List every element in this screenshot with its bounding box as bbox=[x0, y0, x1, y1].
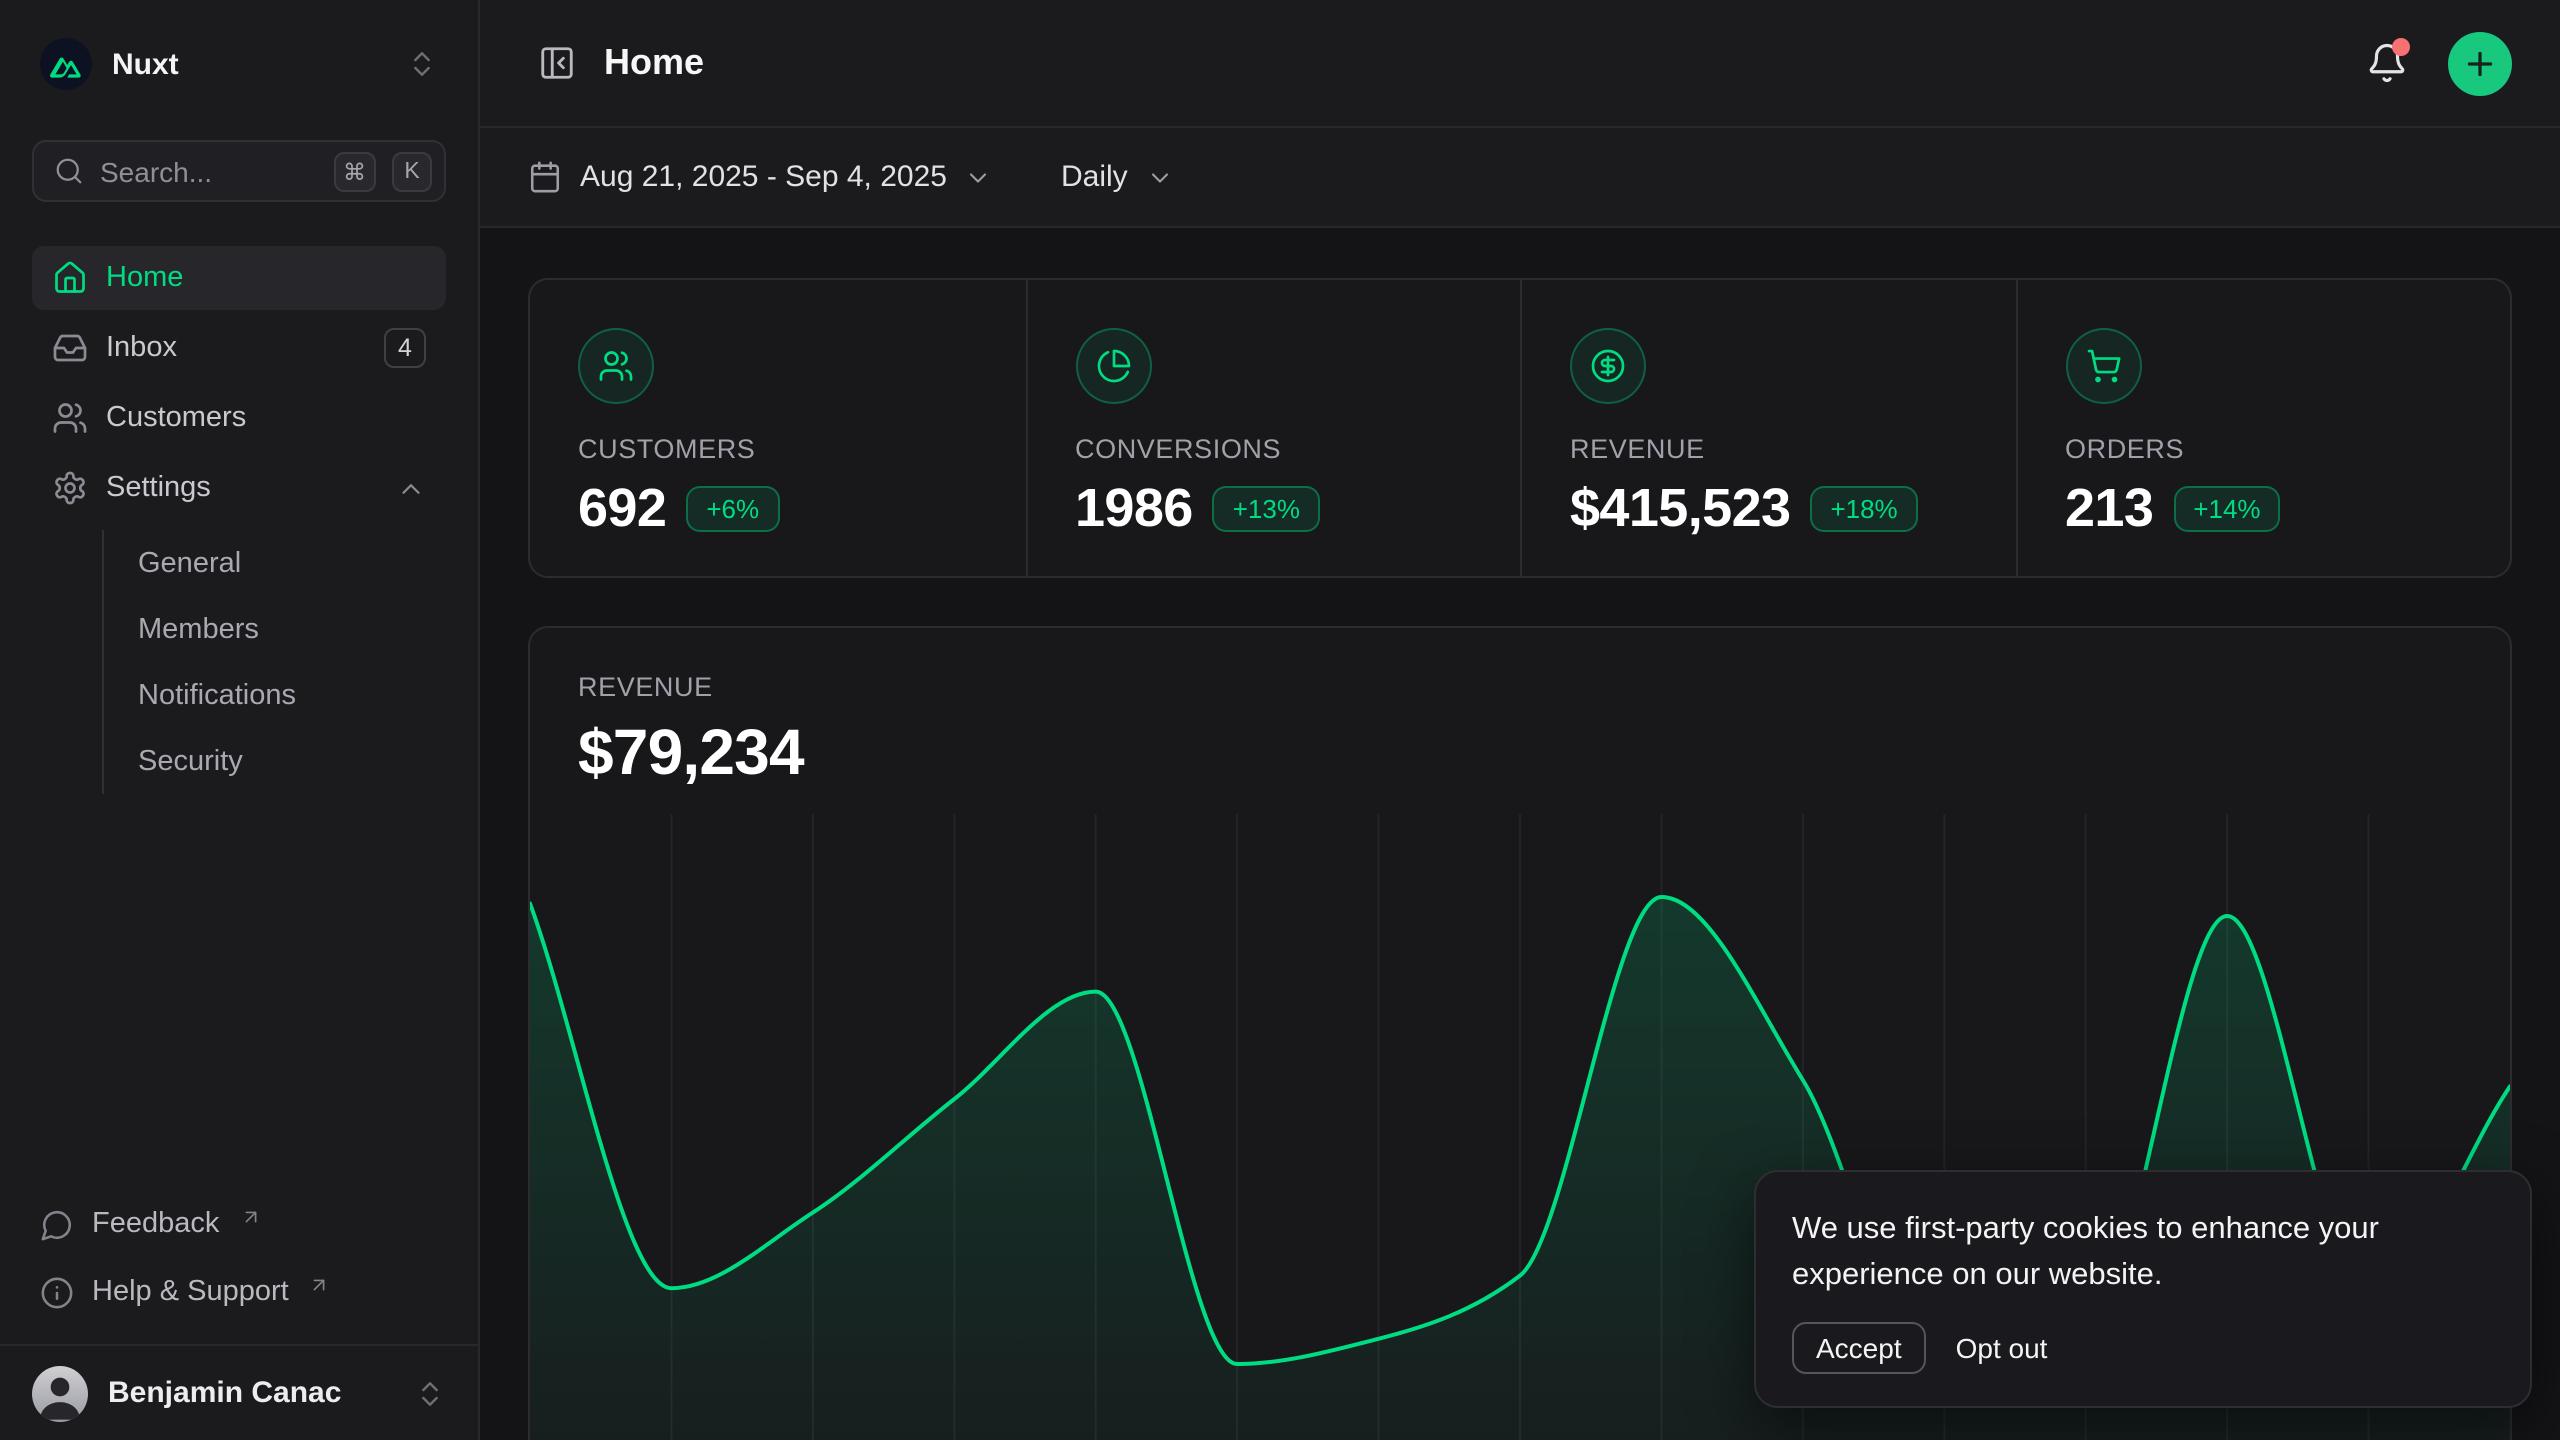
external-link-icon bbox=[309, 1274, 331, 1296]
sub-item-label: Security bbox=[138, 745, 243, 777]
feedback-link[interactable]: Feedback bbox=[32, 1192, 446, 1256]
stat-delta-badge: +6% bbox=[686, 486, 779, 532]
avatar bbox=[32, 1365, 88, 1421]
sidebar: Nuxt Search... ⌘ K Home Inbox 4 Customer… bbox=[0, 0, 480, 1440]
kbd-command: ⌘ bbox=[333, 151, 376, 191]
top-navbar: Home bbox=[480, 0, 2560, 128]
sidebar-item-label: Home bbox=[106, 262, 183, 294]
sidebar-item-members[interactable]: Members bbox=[138, 596, 446, 662]
stat-value: 213 bbox=[2065, 478, 2153, 540]
revenue-label: REVENUE bbox=[578, 672, 2462, 702]
search-placeholder: Search... bbox=[100, 155, 317, 187]
chevron-down-icon bbox=[1146, 163, 1174, 191]
stat-delta-badge: +14% bbox=[2173, 486, 2280, 532]
stats-card: CUSTOMERS 692 +6% CONVERSIONS 1986 +13% bbox=[528, 278, 2512, 578]
users-icon bbox=[52, 400, 88, 436]
stat-delta-badge: +18% bbox=[1810, 486, 1917, 532]
user-name: Benjamin Canac bbox=[108, 1376, 394, 1410]
page-title: Home bbox=[604, 42, 704, 84]
stat-value: 692 bbox=[578, 478, 666, 540]
settings-subnav: General Members Notifications Security bbox=[102, 530, 446, 794]
help-support-label: Help & Support bbox=[92, 1276, 289, 1308]
sidebar-item-home[interactable]: Home bbox=[32, 246, 446, 310]
gear-icon bbox=[52, 470, 88, 506]
sidebar-item-label: Customers bbox=[106, 402, 246, 434]
revenue-value: $79,234 bbox=[578, 716, 2462, 790]
stat-label: REVENUE bbox=[1570, 434, 1967, 464]
chat-bubble-icon bbox=[40, 1207, 74, 1241]
panel-left-close-icon bbox=[537, 44, 575, 82]
sidebar-item-label: Settings bbox=[106, 472, 211, 504]
stat-label: ORDERS bbox=[2065, 434, 2462, 464]
stat-conversions[interactable]: CONVERSIONS 1986 +13% bbox=[1025, 280, 1520, 578]
inbox-icon bbox=[52, 330, 88, 366]
team-selector[interactable]: Nuxt bbox=[32, 24, 446, 104]
chevrons-up-down-icon bbox=[414, 1377, 446, 1409]
stat-value: $415,523 bbox=[1570, 478, 1790, 540]
search-input[interactable]: Search... ⌘ K bbox=[32, 140, 446, 202]
calendar-icon bbox=[528, 160, 562, 194]
chevron-down-icon bbox=[965, 163, 993, 191]
sidebar-item-general[interactable]: General bbox=[138, 530, 446, 596]
cookie-banner: We use first-party cookies to enhance yo… bbox=[1754, 1170, 2532, 1408]
sidebar-footer: Feedback Help & Support bbox=[32, 1192, 446, 1344]
stat-label: CUSTOMERS bbox=[578, 434, 977, 464]
cookie-message: We use first-party cookies to enhance yo… bbox=[1792, 1206, 2494, 1300]
sidebar-item-customers[interactable]: Customers bbox=[32, 386, 446, 450]
date-range-picker[interactable]: Aug 21, 2025 - Sep 4, 2025 bbox=[528, 160, 993, 194]
add-button[interactable] bbox=[2448, 31, 2512, 95]
sidebar-item-label: Inbox bbox=[106, 332, 177, 364]
external-link-icon bbox=[239, 1206, 261, 1228]
circle-dollar-icon bbox=[1570, 328, 1646, 404]
stat-revenue[interactable]: REVENUE $415,523 +18% bbox=[1520, 280, 2015, 578]
nuxt-logo-icon bbox=[40, 38, 92, 90]
shopping-cart-icon bbox=[2065, 328, 2141, 404]
sidebar-item-security[interactable]: Security bbox=[138, 728, 446, 794]
help-support-link[interactable]: Help & Support bbox=[32, 1260, 446, 1324]
sidebar-nav: Home Inbox 4 Customers Settings General … bbox=[32, 246, 446, 794]
home-icon bbox=[52, 260, 88, 296]
sub-item-label: Members bbox=[138, 613, 259, 645]
chevrons-up-down-icon bbox=[406, 48, 438, 80]
sidebar-item-notifications[interactable]: Notifications bbox=[138, 662, 446, 728]
plus-icon bbox=[2462, 45, 2498, 81]
info-circle-icon bbox=[40, 1275, 74, 1309]
filter-bar: Aug 21, 2025 - Sep 4, 2025 Daily bbox=[480, 128, 2560, 228]
stat-customers[interactable]: CUSTOMERS 692 +6% bbox=[530, 280, 1025, 578]
sidebar-spacer bbox=[32, 794, 446, 1192]
interval-value: Daily bbox=[1061, 160, 1128, 194]
sidebar-item-settings[interactable]: Settings bbox=[32, 456, 446, 520]
accept-button[interactable]: Accept bbox=[1792, 1322, 1926, 1374]
app-window: Nuxt Search... ⌘ K Home Inbox 4 Customer… bbox=[0, 0, 2560, 1440]
chevron-up-icon bbox=[396, 473, 426, 503]
team-name: Nuxt bbox=[112, 47, 386, 81]
collapse-sidebar-button[interactable] bbox=[528, 35, 584, 91]
topbar-actions bbox=[2356, 31, 2512, 95]
user-menu[interactable]: Benjamin Canac bbox=[0, 1344, 478, 1440]
notifications-button[interactable] bbox=[2356, 33, 2416, 93]
stat-value: 1986 bbox=[1075, 478, 1193, 540]
kbd-k: K bbox=[392, 151, 432, 191]
inbox-count-badge: 4 bbox=[384, 328, 426, 368]
chart-pie-icon bbox=[1075, 328, 1151, 404]
users-icon bbox=[578, 328, 654, 404]
interval-select[interactable]: Daily bbox=[1061, 160, 1174, 194]
search-icon bbox=[54, 156, 84, 186]
stat-delta-badge: +13% bbox=[1213, 486, 1320, 532]
sub-item-label: Notifications bbox=[138, 679, 296, 711]
sub-item-label: General bbox=[138, 547, 241, 579]
date-range-value: Aug 21, 2025 - Sep 4, 2025 bbox=[580, 160, 947, 194]
opt-out-button[interactable]: Opt out bbox=[1934, 1324, 2070, 1372]
stat-label: CONVERSIONS bbox=[1075, 434, 1472, 464]
feedback-label: Feedback bbox=[92, 1208, 219, 1240]
sidebar-item-inbox[interactable]: Inbox 4 bbox=[32, 316, 446, 380]
stat-orders[interactable]: ORDERS 213 +14% bbox=[2015, 280, 2510, 578]
notification-dot bbox=[2392, 37, 2410, 55]
